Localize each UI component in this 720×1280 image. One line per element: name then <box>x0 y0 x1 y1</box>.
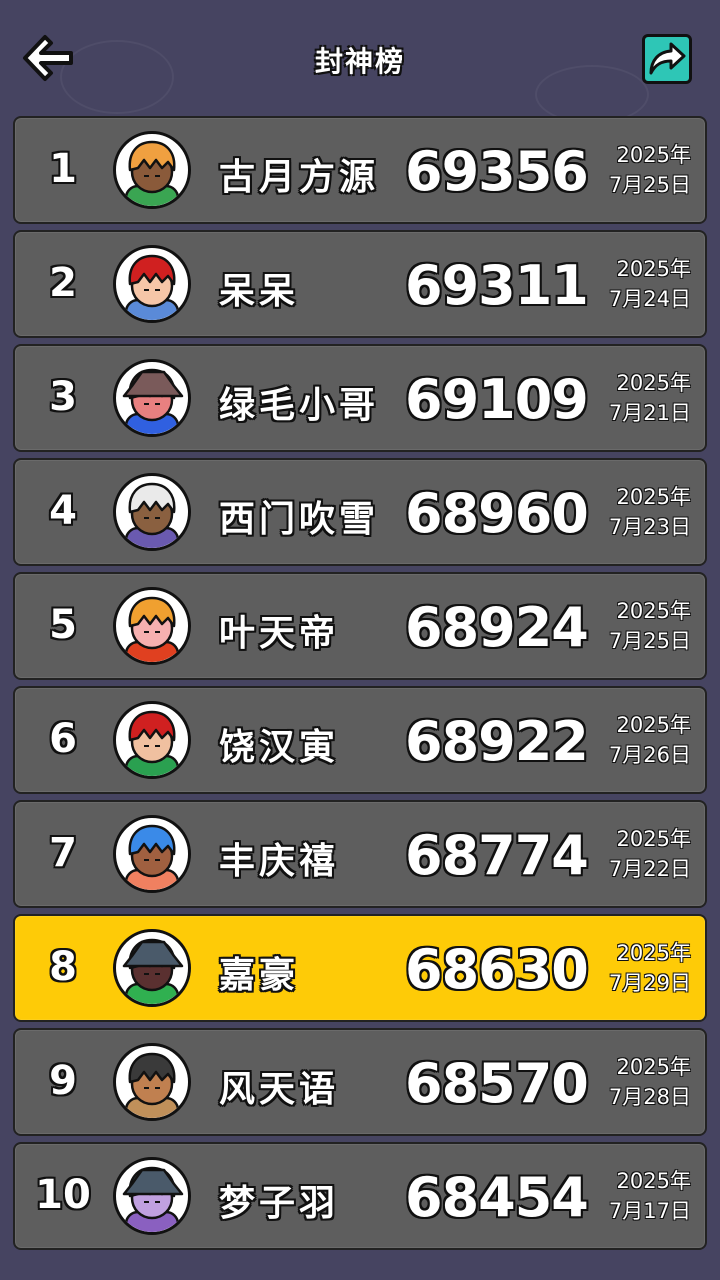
rank-number: 2 <box>49 260 77 306</box>
avatar <box>113 359 191 437</box>
record-date-day: 7月26日 <box>608 743 691 767</box>
player-score: 68922 <box>405 710 589 773</box>
leaderboard-row: 5 叶天帝 68924 2025年 7月25日 <box>13 572 707 680</box>
record-date: 2025年 7月22日 <box>609 824 691 884</box>
player-name: 风天语 <box>219 1069 340 1110</box>
player-name: 西门吹雪 <box>219 499 380 540</box>
player-name: 叶天帝 <box>219 613 340 654</box>
player-score: 69311 <box>405 254 589 317</box>
leaderboard-list: 1 古月方源 69356 2025年 7月25日 2 呆呆 69311 2025… <box>13 116 707 1256</box>
rank-number: 1 <box>49 146 77 192</box>
leaderboard-row: 9 风天语 68570 2025年 7月28日 <box>13 1028 707 1136</box>
leaderboard-row: 4 西门吹雪 68960 2025年 7月23日 <box>13 458 707 566</box>
leaderboard-row: 1 古月方源 69356 2025年 7月25日 <box>13 116 707 224</box>
avatar <box>113 929 191 1007</box>
player-name: 饶汉寅 <box>219 727 340 768</box>
player-name: 古月方源 <box>219 157 380 198</box>
player-name: 梦子羽 <box>219 1183 340 1224</box>
player-score: 68960 <box>405 482 589 545</box>
leaderboard-row: 7 丰庆禧 68774 2025年 7月22日 <box>13 800 707 908</box>
record-date-day: 7月17日 <box>608 1199 691 1223</box>
player-score: 68454 <box>405 1166 589 1229</box>
record-date: 2025年 7月17日 <box>609 1166 691 1226</box>
rank-number: 7 <box>49 830 77 876</box>
share-arrow-icon <box>649 42 686 75</box>
player-score: 69356 <box>405 140 589 203</box>
record-date-year: 2025年 <box>616 371 691 395</box>
record-date-year: 2025年 <box>616 827 691 851</box>
record-date-year: 2025年 <box>616 485 691 509</box>
avatar <box>113 1157 191 1235</box>
rank-number: 9 <box>49 1058 77 1104</box>
avatar <box>113 245 191 323</box>
record-date-day: 7月29日 <box>608 971 691 995</box>
record-date: 2025年 7月25日 <box>609 140 691 200</box>
player-name: 呆呆 <box>219 271 300 312</box>
avatar <box>113 587 191 665</box>
player-score: 68630 <box>405 938 589 1001</box>
record-date-year: 2025年 <box>616 599 691 623</box>
record-date-day: 7月28日 <box>608 1085 691 1109</box>
player-name: 丰庆禧 <box>219 841 340 882</box>
record-date: 2025年 7月26日 <box>609 710 691 770</box>
rank-number: 8 <box>49 944 77 990</box>
record-date: 2025年 7月24日 <box>609 254 691 314</box>
leaderboard-row: 6 饶汉寅 68922 2025年 7月26日 <box>13 686 707 794</box>
header: 封神榜 <box>0 0 720 118</box>
avatar <box>113 131 191 209</box>
record-date-year: 2025年 <box>616 713 691 737</box>
record-date-day: 7月22日 <box>608 857 691 881</box>
player-score: 68570 <box>405 1052 589 1115</box>
leaderboard-row: 2 呆呆 69311 2025年 7月24日 <box>13 230 707 338</box>
record-date-day: 7月21日 <box>608 401 691 425</box>
record-date-day: 7月24日 <box>608 287 691 311</box>
record-date-year: 2025年 <box>616 257 691 281</box>
record-date-year: 2025年 <box>616 1055 691 1079</box>
player-score: 68774 <box>405 824 589 887</box>
record-date: 2025年 7月23日 <box>609 482 691 542</box>
record-date-day: 7月25日 <box>608 173 691 197</box>
record-date: 2025年 7月28日 <box>609 1052 691 1112</box>
player-name: 嘉豪 <box>219 955 300 996</box>
rank-number: 6 <box>49 716 77 762</box>
record-date-year: 2025年 <box>616 1169 691 1193</box>
record-date-year: 2025年 <box>616 143 691 167</box>
page-title: 封神榜 <box>314 45 405 78</box>
player-score: 68924 <box>405 596 589 659</box>
rank-number: 3 <box>49 374 77 420</box>
avatar <box>113 701 191 779</box>
leaderboard-row: 10 梦子羽 68454 2025年 7月17日 <box>13 1142 707 1250</box>
avatar <box>113 1043 191 1121</box>
leaderboard-row: 3 绿毛小哥 69109 2025年 7月21日 <box>13 344 707 452</box>
record-date-day: 7月23日 <box>608 515 691 539</box>
rank-number: 10 <box>35 1172 91 1218</box>
record-date: 2025年 7月29日 <box>609 938 691 998</box>
player-name: 绿毛小哥 <box>219 385 380 426</box>
player-score: 69109 <box>405 368 589 431</box>
rank-number: 5 <box>49 602 77 648</box>
leaderboard-row: 8 嘉豪 68630 2025年 7月29日 <box>13 914 707 1022</box>
avatar <box>113 473 191 551</box>
record-date: 2025年 7月25日 <box>609 596 691 656</box>
record-date-year: 2025年 <box>616 941 691 965</box>
avatar <box>113 815 191 893</box>
record-date-day: 7月25日 <box>608 629 691 653</box>
rank-number: 4 <box>49 488 77 534</box>
record-date: 2025年 7月21日 <box>609 368 691 428</box>
share-button[interactable] <box>642 34 692 84</box>
